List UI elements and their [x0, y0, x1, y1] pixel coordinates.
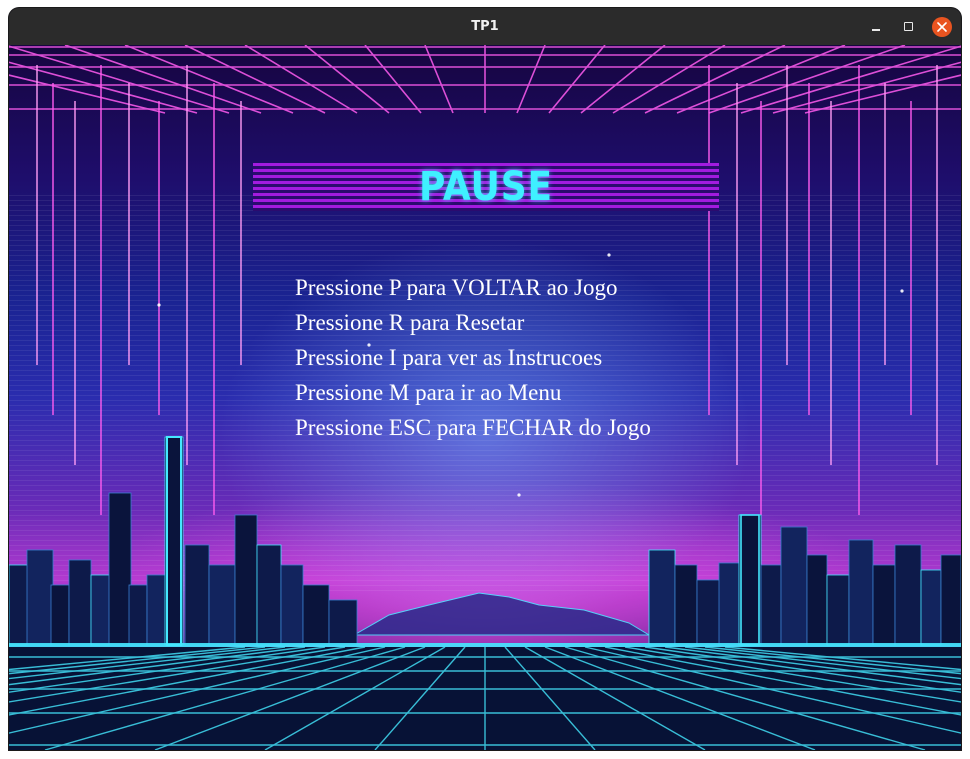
- mountain: [352, 592, 651, 636]
- star: [517, 493, 521, 497]
- minimize-icon[interactable]: [866, 17, 886, 37]
- instruction-help: Pressione I para ver as Instrucoes: [295, 345, 603, 370]
- maximize-icon[interactable]: [899, 17, 919, 37]
- horizon-line: [9, 643, 961, 647]
- close-icon[interactable]: [932, 17, 952, 37]
- title-bar[interactable]: TP1: [9, 8, 961, 45]
- pause-title: PAUSE: [418, 164, 554, 210]
- instruction-quit: Pressione ESC para FECHAR do Jogo: [295, 415, 651, 440]
- star: [157, 303, 161, 307]
- instruction-resume: Pressione P para VOLTAR ao Jogo: [295, 275, 618, 300]
- window-title: TP1: [471, 19, 499, 34]
- star: [900, 289, 904, 293]
- instruction-reset: Pressione R para Resetar: [295, 310, 525, 335]
- pause-instructions: Pressione P para VOLTAR ao Jogo Pression…: [295, 270, 651, 445]
- game-canvas: PAUSE Pressione P para VOLTAR ao Jogo Pr…: [9, 45, 961, 750]
- app-window: TP1 PAUSE Pressione P para VOLTAR ao Jog…: [9, 8, 961, 750]
- ceiling-grid: [9, 45, 961, 114]
- instruction-menu: Pressione M para ir ao Menu: [295, 380, 562, 405]
- star: [607, 253, 611, 257]
